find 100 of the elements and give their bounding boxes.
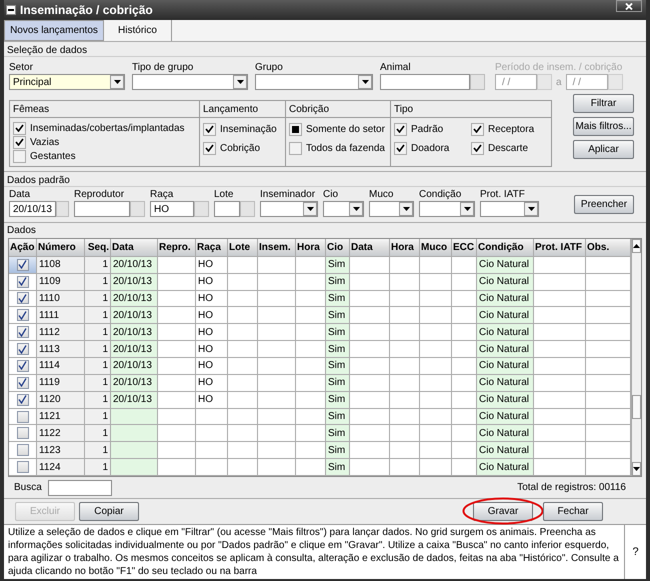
button[interactable]: Filtrar <box>573 94 634 113</box>
input-field[interactable]: 20/10/13 <box>9 201 56 217</box>
table-cell: 1119 <box>37 374 85 392</box>
column-header[interactable]: Data <box>111 239 158 257</box>
dropdown-arrow-button[interactable] <box>358 75 372 89</box>
checkbox[interactable] <box>13 136 26 148</box>
radio-button[interactable] <box>289 122 302 136</box>
column-header[interactable]: Muco <box>420 239 452 257</box>
dropdown-arrow-button[interactable] <box>110 75 124 89</box>
input-field[interactable] <box>74 201 130 217</box>
table-cell: 1 <box>85 425 111 442</box>
table-cell: Cio Natural <box>477 307 534 324</box>
column-header[interactable]: Hora <box>296 239 326 257</box>
button[interactable]: Aplicar <box>573 140 634 159</box>
table-cell <box>111 425 158 442</box>
column-header[interactable]: Repro. <box>158 239 196 257</box>
column-header[interactable]: Insem. <box>258 239 296 257</box>
field-label: Grupo <box>255 61 284 74</box>
column-header[interactable]: Obs. <box>586 239 631 257</box>
option-label: Receptora <box>488 122 534 136</box>
table-cell <box>452 324 477 342</box>
field-label: Setor <box>9 61 34 74</box>
dropdown-arrow-button[interactable] <box>460 202 474 216</box>
button[interactable]: Preencher <box>574 195 634 214</box>
checkbox[interactable] <box>16 258 28 271</box>
search-field[interactable] <box>48 480 112 496</box>
checkbox[interactable] <box>471 142 484 154</box>
checkbox[interactable] <box>13 150 26 162</box>
checkbox[interactable] <box>16 292 28 304</box>
column-header[interactable]: Raça <box>196 239 228 257</box>
table-cell: Cio Natural <box>477 290 534 308</box>
checkbox[interactable] <box>16 309 28 322</box>
table-cell <box>228 392 258 409</box>
checkbox[interactable] <box>16 276 28 288</box>
checkbox[interactable] <box>16 410 28 422</box>
column-header[interactable]: Cio <box>326 239 350 257</box>
checkbox[interactable] <box>16 427 28 440</box>
checkbox[interactable] <box>203 122 216 136</box>
scroll-down-button[interactable] <box>632 462 641 476</box>
table-cell: Sim <box>326 425 350 442</box>
table-cell <box>452 408 477 426</box>
help-text: Utilize a seleção de dados e clique em "Filtrar" (ou acesse "Mais filtros") para lançar dados. No grid surgem os animais. Preencha as informações solicitadas individualmente ou por "Dados padrão" e clique em "Gravar". Utilize a caixa "Busca" no canto inferior esquerdo, para agilizar o trabalho. Os mesmos conceitos se aplicam à consulta, alteração e exclusão de dados, feitas na aba "Histórico". Consulte a ajuda clicando no botão "F1" do seu teclado ou na barra <box>7 526 620 579</box>
button[interactable]: Mais filtros... <box>573 117 634 136</box>
column-header[interactable]: Prot. IATF <box>534 239 586 257</box>
scroll-up-button[interactable] <box>632 239 641 253</box>
dropdown-arrow-button[interactable] <box>524 202 538 216</box>
dropdown-arrow-button[interactable] <box>233 75 247 89</box>
table-cell: 20/10/13 <box>111 392 158 409</box>
input-field[interactable] <box>380 74 470 90</box>
checkbox[interactable] <box>16 394 28 406</box>
scrollbar[interactable] <box>631 239 641 476</box>
checkbox[interactable] <box>16 461 28 474</box>
scroll-thumb[interactable] <box>632 395 641 419</box>
checkbox[interactable] <box>16 444 28 456</box>
table-cell: 1 <box>85 408 111 426</box>
table-cell <box>258 392 296 409</box>
checkbox[interactable] <box>203 142 216 154</box>
tab[interactable]: Novos lançamentos <box>4 20 104 41</box>
checkbox[interactable] <box>13 122 26 134</box>
checkbox[interactable] <box>471 122 484 136</box>
input-field[interactable] <box>214 201 240 217</box>
check-icon <box>473 125 482 133</box>
input-field[interactable]: HO <box>150 201 194 217</box>
dropdown-arrow-button[interactable] <box>399 202 413 216</box>
checkbox[interactable] <box>394 142 407 154</box>
checkbox[interactable] <box>16 360 28 372</box>
table-cell: Cio Natural <box>477 408 534 426</box>
table-cell: 1124 <box>37 459 85 476</box>
dropdown[interactable]: Principal <box>9 74 125 90</box>
column-header[interactable]: Condição <box>477 239 534 257</box>
column-header[interactable]: Seq. <box>85 239 111 257</box>
dropdown[interactable] <box>323 201 364 217</box>
option-label: Doadora <box>411 142 450 156</box>
table-cell: HO <box>196 307 228 324</box>
dropdown-arrow-button[interactable] <box>303 202 317 216</box>
table-cell: 1109 <box>37 274 85 291</box>
button[interactable]: Gravar <box>473 502 533 521</box>
table-cell <box>350 442 390 460</box>
button[interactable]: Fechar <box>543 502 603 521</box>
table-cell <box>228 341 258 358</box>
column-header[interactable]: Data <box>350 239 390 257</box>
column-header[interactable]: Número <box>37 239 85 257</box>
table-cell <box>158 442 196 460</box>
checkbox[interactable] <box>16 343 28 356</box>
lookup-button[interactable] <box>56 201 69 217</box>
dropdown-arrow-button[interactable] <box>349 202 363 216</box>
field-label: Período de insem. / cobrição <box>495 61 623 74</box>
checkbox[interactable] <box>16 376 28 389</box>
radio-button[interactable] <box>289 142 302 154</box>
column-header[interactable]: Hora <box>390 239 420 257</box>
table-cell <box>158 307 196 324</box>
window-menu-icon[interactable] <box>6 5 16 15</box>
column-header[interactable]: Lote <box>228 239 258 257</box>
button[interactable]: Copiar <box>79 502 139 521</box>
checkbox[interactable] <box>16 326 28 338</box>
checkbox[interactable] <box>394 122 407 136</box>
column-header[interactable]: Ação <box>9 239 37 257</box>
close-button[interactable] <box>616 0 642 12</box>
column-header[interactable]: ECC <box>452 239 477 257</box>
table-cell <box>296 256 326 274</box>
